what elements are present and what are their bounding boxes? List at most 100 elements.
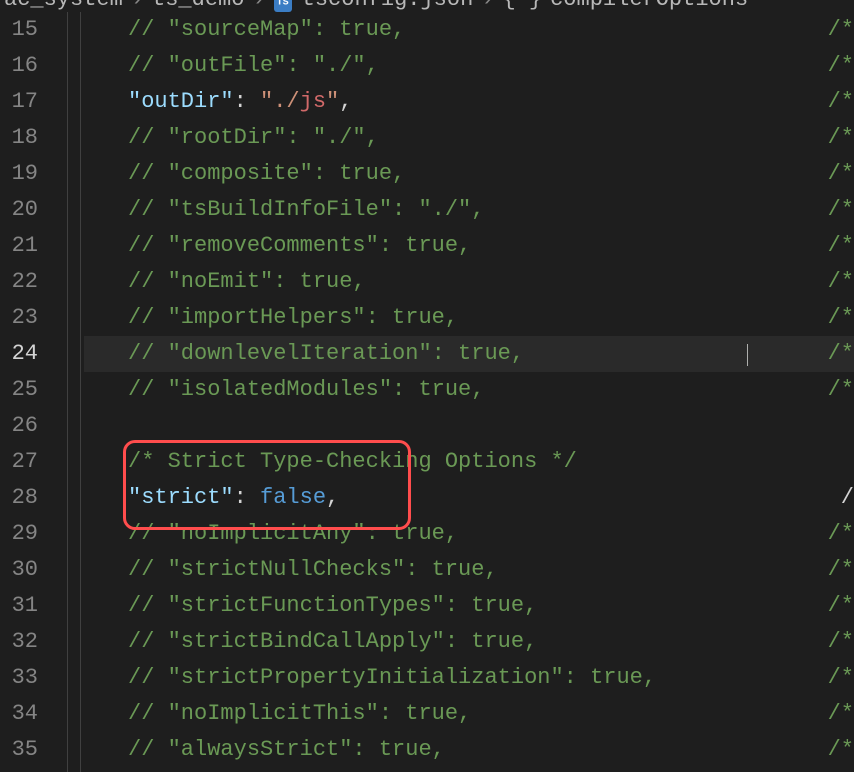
chevron-right-icon: ›	[131, 0, 144, 12]
code-line[interactable]: // "strictFunctionTypes": true, /*	[84, 588, 854, 624]
code-area[interactable]: // "sourceMap": true, /* // "outFile": ".…	[84, 12, 854, 772]
code-line[interactable]: // "removeComments": true, /*	[84, 228, 854, 264]
line-number-gutter: 15 16 17 18 19 20 21 22 23 24 25 26 27 2…	[0, 12, 54, 772]
json-key-token: "outDir"	[128, 89, 234, 114]
line-number: 32	[0, 624, 38, 660]
line-number: 22	[0, 264, 38, 300]
chevron-right-icon: ›	[252, 0, 265, 12]
text-token: /	[841, 480, 854, 516]
comment-token: // "strictPropertyInitialization": true,	[128, 665, 656, 690]
chevron-right-icon: ›	[481, 0, 494, 12]
punct-token: ,	[339, 89, 352, 114]
comment-token: // "composite": true,	[128, 161, 405, 186]
code-line[interactable]	[84, 768, 854, 772]
breadcrumb-symbol[interactable]: compilerOptions	[550, 0, 748, 12]
line-number: 19	[0, 156, 38, 192]
line-number: 29	[0, 516, 38, 552]
comment-token: // "strictFunctionTypes": true,	[128, 593, 537, 618]
code-line[interactable]: // "sourceMap": true, /*	[84, 12, 854, 48]
code-line[interactable]: "outDir": "./js",/*	[84, 84, 854, 120]
code-line[interactable]: // "outFile": "./", /*	[84, 48, 854, 84]
comment-token: /*	[828, 588, 854, 624]
braces-icon: { }	[503, 0, 543, 12]
code-line[interactable]: // "alwaysStrict": true,/*	[84, 732, 854, 768]
line-number: 33	[0, 660, 38, 696]
line-number: 15	[0, 12, 38, 48]
code-line[interactable]: /* Strict Type-Checking Options */	[84, 444, 854, 480]
punct-token: ,	[326, 485, 339, 510]
comment-token: /*	[828, 48, 854, 84]
comment-token: /*	[828, 372, 854, 408]
breadcrumb-seg[interactable]: ac_system	[4, 0, 123, 12]
comment-token: /*	[828, 264, 854, 300]
comment-token: // "rootDir": "./",	[128, 125, 379, 150]
line-number: 28	[0, 480, 38, 516]
code-line[interactable]: // "rootDir": "./",/*	[84, 120, 854, 156]
indent-guide	[80, 12, 81, 772]
comment-token: // "downlevelIteration": true,	[128, 341, 524, 366]
code-line[interactable]: // "importHelpers": true, /*	[84, 300, 854, 336]
cursor-column-marker	[747, 344, 748, 366]
code-line[interactable]: // "strictBindCallApply": true, /*	[84, 624, 854, 660]
comment-token: /*	[828, 660, 854, 696]
line-number: 26	[0, 408, 38, 444]
code-editor[interactable]: 15 16 17 18 19 20 21 22 23 24 25 26 27 2…	[0, 12, 854, 772]
code-line[interactable]: // "strictNullChecks": true, /*	[84, 552, 854, 588]
breadcrumb-file[interactable]: tsconfig.json	[302, 0, 474, 12]
punct-token: :	[234, 485, 260, 510]
string-token: "	[260, 89, 273, 114]
breadcrumbs: ac_system › ts_demo › tsconfig.json › { …	[0, 0, 854, 12]
code-line[interactable]: // "noImplicitThis": true, /*	[84, 696, 854, 732]
string-token: js	[300, 89, 326, 114]
code-line[interactable]: // "isolatedModules": true, /*	[84, 372, 854, 408]
line-number: 36	[0, 768, 38, 772]
comment-token: // "importHelpers": true,	[128, 305, 458, 330]
code-line[interactable]: // "strictPropertyInitialization": true,…	[84, 660, 854, 696]
comment-token: // "isolatedModules": true,	[128, 377, 484, 402]
comment-token: /*	[828, 552, 854, 588]
code-line[interactable]: // "composite": true, /*	[84, 156, 854, 192]
code-line[interactable]: // "noEmit": true, /*	[84, 264, 854, 300]
line-number: 34	[0, 696, 38, 732]
line-number: 16	[0, 48, 38, 84]
line-number: 30	[0, 552, 38, 588]
comment-token: /*	[828, 300, 854, 336]
code-line[interactable]: "strict": false, /	[84, 480, 854, 516]
comment-token: // "noImplicitThis": true,	[128, 701, 471, 726]
comment-token: // "removeComments": true,	[128, 233, 471, 258]
comment-token: // "noImplicitAny": true,	[128, 521, 458, 546]
punct-token: :	[234, 89, 260, 114]
comment-token: /*	[828, 624, 854, 660]
indent-guide	[67, 12, 68, 772]
comment-token: // "outFile": "./",	[128, 53, 379, 78]
folding-column	[54, 12, 84, 772]
code-line[interactable]: // "downlevelIteration": true, /*	[84, 336, 854, 372]
comment-token: /* Strict Type-Checking Options */	[128, 449, 577, 474]
comment-token: // "strictNullChecks": true,	[128, 557, 498, 582]
comment-token: // "sourceMap": true,	[128, 17, 405, 42]
line-number: 25	[0, 372, 38, 408]
comment-token: // "strictBindCallApply": true,	[128, 629, 537, 654]
line-number: 24	[0, 336, 38, 372]
line-number: 35	[0, 732, 38, 768]
breadcrumb-seg[interactable]: ts_demo	[152, 0, 244, 12]
line-number: 18	[0, 120, 38, 156]
code-line[interactable]: // "tsBuildInfoFile": "./", /*	[84, 192, 854, 228]
comment-token: /*	[828, 336, 854, 372]
code-line[interactable]: // "noImplicitAny": true, /*	[84, 516, 854, 552]
line-number: 21	[0, 228, 38, 264]
comment-token: /*	[828, 696, 854, 732]
comment-token: // "tsBuildInfoFile": "./",	[128, 197, 484, 222]
comment-token: /*	[828, 84, 854, 120]
comment-token: /*	[828, 516, 854, 552]
code-line[interactable]	[84, 408, 854, 444]
line-number: 20	[0, 192, 38, 228]
comment-token: /*	[828, 12, 854, 48]
comment-token: /*	[828, 228, 854, 264]
comment-token: /*	[828, 192, 854, 228]
bool-token: false	[260, 485, 326, 510]
ts-file-icon	[274, 0, 292, 12]
json-key-token: "strict"	[128, 485, 234, 510]
comment-token: /*	[828, 156, 854, 192]
comment-token: // "noEmit": true,	[128, 269, 366, 294]
